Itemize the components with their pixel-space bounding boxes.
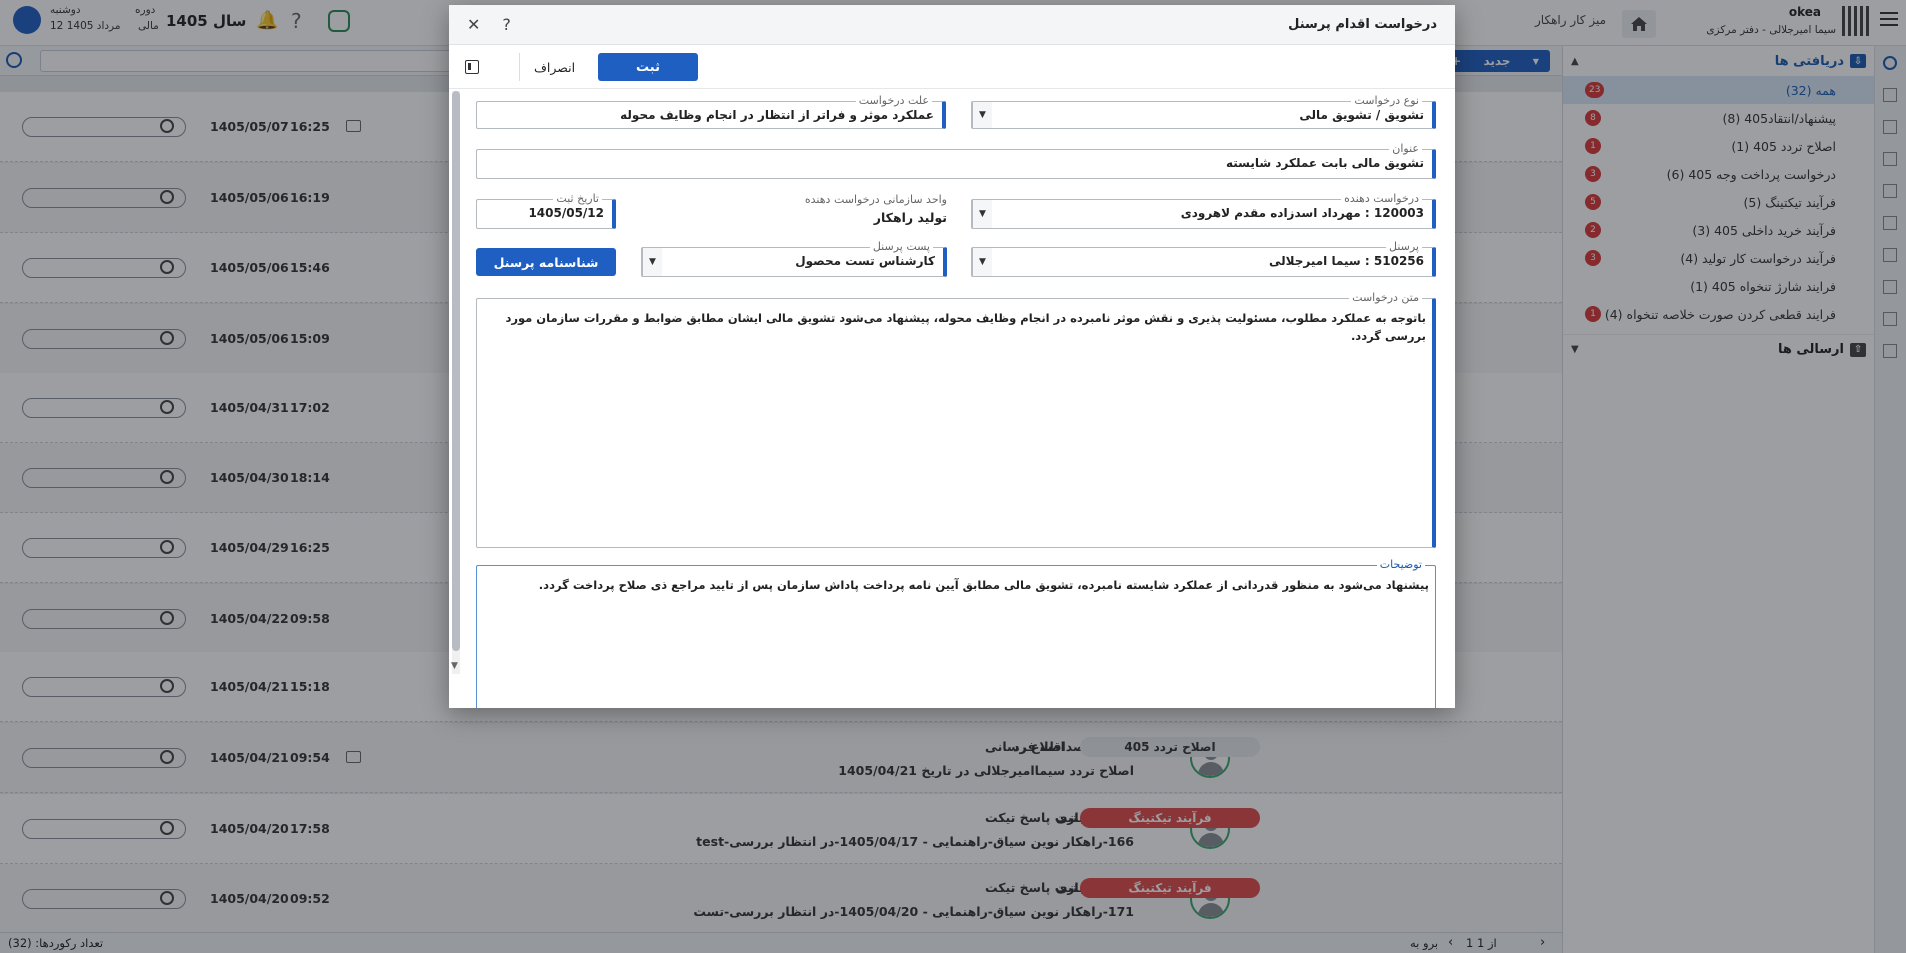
dropdown-arrow-icon[interactable]: ▼ — [972, 200, 992, 228]
help-icon[interactable]: ? — [502, 15, 511, 34]
request-body-value: باتوجه به عملکرد مطلوب، مسئولیت پذیری و … — [505, 311, 1426, 343]
personnel-post-value: کارشناس تست محصول — [795, 254, 935, 268]
dropdown-arrow-icon[interactable]: ▼ — [642, 248, 662, 276]
cancel-button[interactable]: انصراف — [519, 53, 589, 81]
close-icon[interactable]: ✕ — [467, 15, 480, 34]
reason-label: علت درخواست — [855, 94, 932, 107]
personnel-label: پرسنل — [1386, 240, 1422, 253]
dropdown-arrow-icon[interactable]: ▼ — [972, 102, 992, 128]
org-unit-label: واحد سازمانی درخواست دهنده — [804, 193, 947, 206]
save-button[interactable]: ثبت — [598, 53, 698, 81]
dialog-body: ▼ نوع درخواست تشویق / تشویق مالی ▼ علت د… — [449, 89, 1455, 708]
request-body-textarea[interactable]: متن درخواست باتوجه به عملکرد مطلوب، مسئو… — [476, 291, 1436, 548]
notes-textarea[interactable]: توضیحات پیشنهاد می‌شود به منظور قدردانی … — [476, 558, 1436, 708]
personnel-value: 510256 : سیما امیرجلالی — [1268, 254, 1424, 268]
subject-label: عنوان — [1389, 142, 1422, 155]
notes-value: پیشنهاد می‌شود به منظور قدردانی از عملکر… — [538, 578, 1429, 592]
side-panel-icon[interactable] — [465, 60, 479, 74]
dialog-title: درخواست اقدام پرسنل — [1288, 17, 1437, 32]
org-unit-display: واحد سازمانی درخواست دهنده تولید راهکار — [741, 193, 947, 229]
personnel-action-dialog: ✕ ? درخواست اقدام پرسنل انصراف ثبت ▼ نوع… — [449, 5, 1455, 708]
dialog-toolbar: انصراف ثبت — [449, 45, 1455, 89]
requester-value: 120003 : مهرداد اسدزاده مقدم لاهرودی — [1180, 206, 1424, 220]
requester-field[interactable]: درخواست دهنده 120003 : مهرداد اسدزاده مق… — [971, 192, 1436, 229]
personnel-field[interactable]: پرسنل 510256 : سیما امیرجلالی ▼ — [971, 240, 1436, 277]
registration-date-label: تاریخ ثبت — [553, 192, 602, 205]
request-type-field[interactable]: نوع درخواست تشویق / تشویق مالی ▼ — [971, 94, 1436, 129]
personnel-post-label: پست پرسنل — [869, 240, 933, 253]
registration-date-field[interactable]: تاریخ ثبت 1405/05/12 — [476, 192, 616, 229]
requester-label: درخواست دهنده — [1341, 192, 1422, 205]
request-type-value: تشویق / تشویق مالی — [1299, 108, 1424, 122]
org-unit-value: تولید راهکار — [873, 210, 947, 225]
personnel-post-field[interactable]: پست پرسنل کارشناس تست محصول ▼ — [641, 240, 947, 277]
subject-field[interactable]: عنوان تشویق مالی بابت عملکرد شایسته — [476, 142, 1436, 179]
dialog-header: ✕ ? درخواست اقدام پرسنل — [449, 5, 1455, 45]
notes-label: توضیحات — [1376, 558, 1425, 571]
request-body-label: متن درخواست — [1349, 291, 1422, 304]
dropdown-arrow-icon[interactable]: ▼ — [972, 248, 992, 276]
reason-field[interactable]: علت درخواست عملکرد موثر و فراتر از انتظا… — [476, 94, 946, 129]
registration-date-value: 1405/05/12 — [528, 206, 604, 220]
scrollbar[interactable]: ▼ — [451, 91, 460, 674]
subject-value: تشویق مالی بابت عملکرد شایسته — [1225, 156, 1424, 170]
personnel-profile-button[interactable]: شناسنامه پرسنل — [476, 248, 616, 276]
reason-value: عملکرد موثر و فراتر از انتظار در انجام و… — [620, 108, 934, 122]
request-type-label: نوع درخواست — [1351, 94, 1422, 107]
